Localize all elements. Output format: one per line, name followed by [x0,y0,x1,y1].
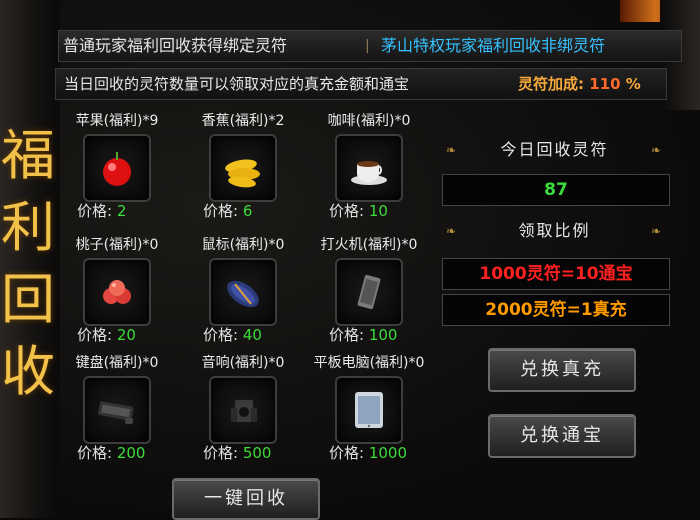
item-name: 键盘(福利)*0 [75,355,159,371]
recycle-all-button[interactable]: 一键回收 [172,478,320,520]
lighter-icon [357,274,381,310]
exchange-token-button[interactable]: 兑换通宝 [488,414,636,458]
price-label: 价格: [329,326,365,344]
item-price: 价格: 10 [329,202,388,220]
price-label: 价格: [77,326,113,344]
price-value: 40 [242,326,262,344]
item-grid: 苹果(福利)*9 价格: 2 香蕉(福利)*2 价格: 6 咖啡(福利)*0 价… [55,108,425,468]
price-value: 6 [242,202,253,220]
exchange-panel: ❧ 今日回收灵符 ❧ 87 ❧ 领取比例 ❧ 1000灵符=10通宝 2000灵… [432,130,677,470]
price-value: 200 [116,444,146,462]
item-name: 咖啡(福利)*0 [327,113,411,129]
tab-privilege[interactable]: 茅山特权玩家福利回收非绑灵符 [381,31,605,61]
price-value: 100 [368,326,398,344]
ornament-icon: ❧ [446,224,459,238]
item-cell[interactable]: 咖啡(福利)*0 价格: 10 [307,108,427,226]
item-price: 价格: 20 [77,326,136,344]
bonus-label-text: 灵符加成: [518,75,584,93]
today-value: 87 [442,174,670,206]
today-title: 今日回收灵符 [500,140,609,159]
info-text: 当日回收的灵符数量可以领取对应的真充金额和通宝 [64,75,410,93]
item-name: 桃子(福利)*0 [75,237,159,253]
item-cell[interactable]: 平板电脑(福利)*0 价格: 1000 [307,350,427,468]
item-cell[interactable]: 桃子(福利)*0 价格: 20 [55,232,175,350]
game-window: 福 利 回 收 普通玩家福利回收获得绑定灵符 | 茅山特权玩家福利回收非绑灵符 … [0,0,700,520]
price-label: 价格: [77,444,113,462]
side-title-char: 回 [1,268,55,331]
price-label: 价格: [203,202,239,220]
mouse-icon [227,280,259,308]
coffee-icon [351,161,387,185]
item-slot[interactable] [83,376,151,444]
item-cell[interactable]: 鼠标(福利)*0 价格: 40 [181,232,301,350]
tablet-icon [355,392,383,428]
banana-icon [225,159,260,188]
price-label: 价格: [203,444,239,462]
tab-bar: 普通玩家福利回收获得绑定灵符 | 茅山特权玩家福利回收非绑灵符 [58,30,682,62]
speaker-icon [231,400,257,422]
item-slot[interactable] [335,134,403,202]
item-slot[interactable] [83,258,151,326]
price-label: 价格: [329,444,365,462]
item-cell[interactable]: 香蕉(福利)*2 价格: 6 [181,108,301,226]
side-title: 福 利 回 收 [0,120,56,408]
ratio-title-bar: ❧ 领取比例 ❧ [432,216,677,246]
tab-normal[interactable]: 普通玩家福利回收获得绑定灵符 [63,31,287,61]
price-value: 1000 [368,444,408,462]
item-name: 平板电脑(福利)*0 [313,355,425,371]
today-title-bar: ❧ 今日回收灵符 ❧ [432,135,677,165]
price-value: 500 [242,444,272,462]
item-name: 音响(福利)*0 [201,355,285,371]
ornament-icon: ❧ [650,143,663,157]
item-cell[interactable]: 苹果(福利)*9 价格: 2 [55,108,175,226]
item-name: 香蕉(福利)*2 [201,113,285,129]
item-price: 价格: 200 [77,444,145,462]
item-cell[interactable]: 音响(福利)*0 价格: 500 [181,350,301,468]
item-name: 鼠标(福利)*0 [201,237,285,253]
item-slot[interactable] [335,258,403,326]
item-slot[interactable] [83,134,151,202]
item-name: 打火机(福利)*0 [320,237,418,253]
item-slot[interactable] [209,134,277,202]
exchange-cash-button[interactable]: 兑换真充 [488,348,636,392]
item-price: 价格: 100 [329,326,397,344]
keyboard-icon [98,401,134,424]
ratio-title: 领取比例 [518,221,591,240]
info-bar: 当日回收的灵符数量可以领取对应的真充金额和通宝 灵符加成: 110 % [55,68,667,100]
ornament-icon: ❧ [446,143,459,157]
price-value: 2 [116,202,127,220]
price-label: 价格: [329,202,365,220]
ornament-icon: ❧ [650,224,663,238]
side-title-char: 利 [1,196,55,259]
side-title-char: 福 [1,124,55,187]
price-label: 价格: [203,326,239,344]
item-price: 价格: 6 [203,202,252,220]
ratio-token: 1000灵符=10通宝 [442,258,670,290]
item-price: 价格: 40 [203,326,262,344]
ratio-cash: 2000灵符=1真充 [442,294,670,326]
peach-icon [103,280,131,304]
price-label: 价格: [77,202,113,220]
bonus-value: 110 [589,75,621,93]
price-value: 20 [116,326,136,344]
item-cell[interactable]: 键盘(福利)*0 价格: 200 [55,350,175,468]
item-slot[interactable] [335,376,403,444]
item-price: 价格: 2 [77,202,126,220]
side-title-char: 收 [1,340,55,403]
item-slot[interactable] [209,258,277,326]
item-name: 苹果(福利)*9 [75,113,159,129]
item-price: 价格: 1000 [329,444,407,462]
apple-icon [103,152,131,186]
bonus-unit: % [625,75,641,93]
price-value: 10 [368,202,388,220]
bonus-label: 灵符加成: 110 % [518,69,641,99]
tab-separator: | [365,38,370,54]
item-price: 价格: 500 [203,444,271,462]
item-slot[interactable] [209,376,277,444]
item-cell[interactable]: 打火机(福利)*0 价格: 100 [307,232,427,350]
